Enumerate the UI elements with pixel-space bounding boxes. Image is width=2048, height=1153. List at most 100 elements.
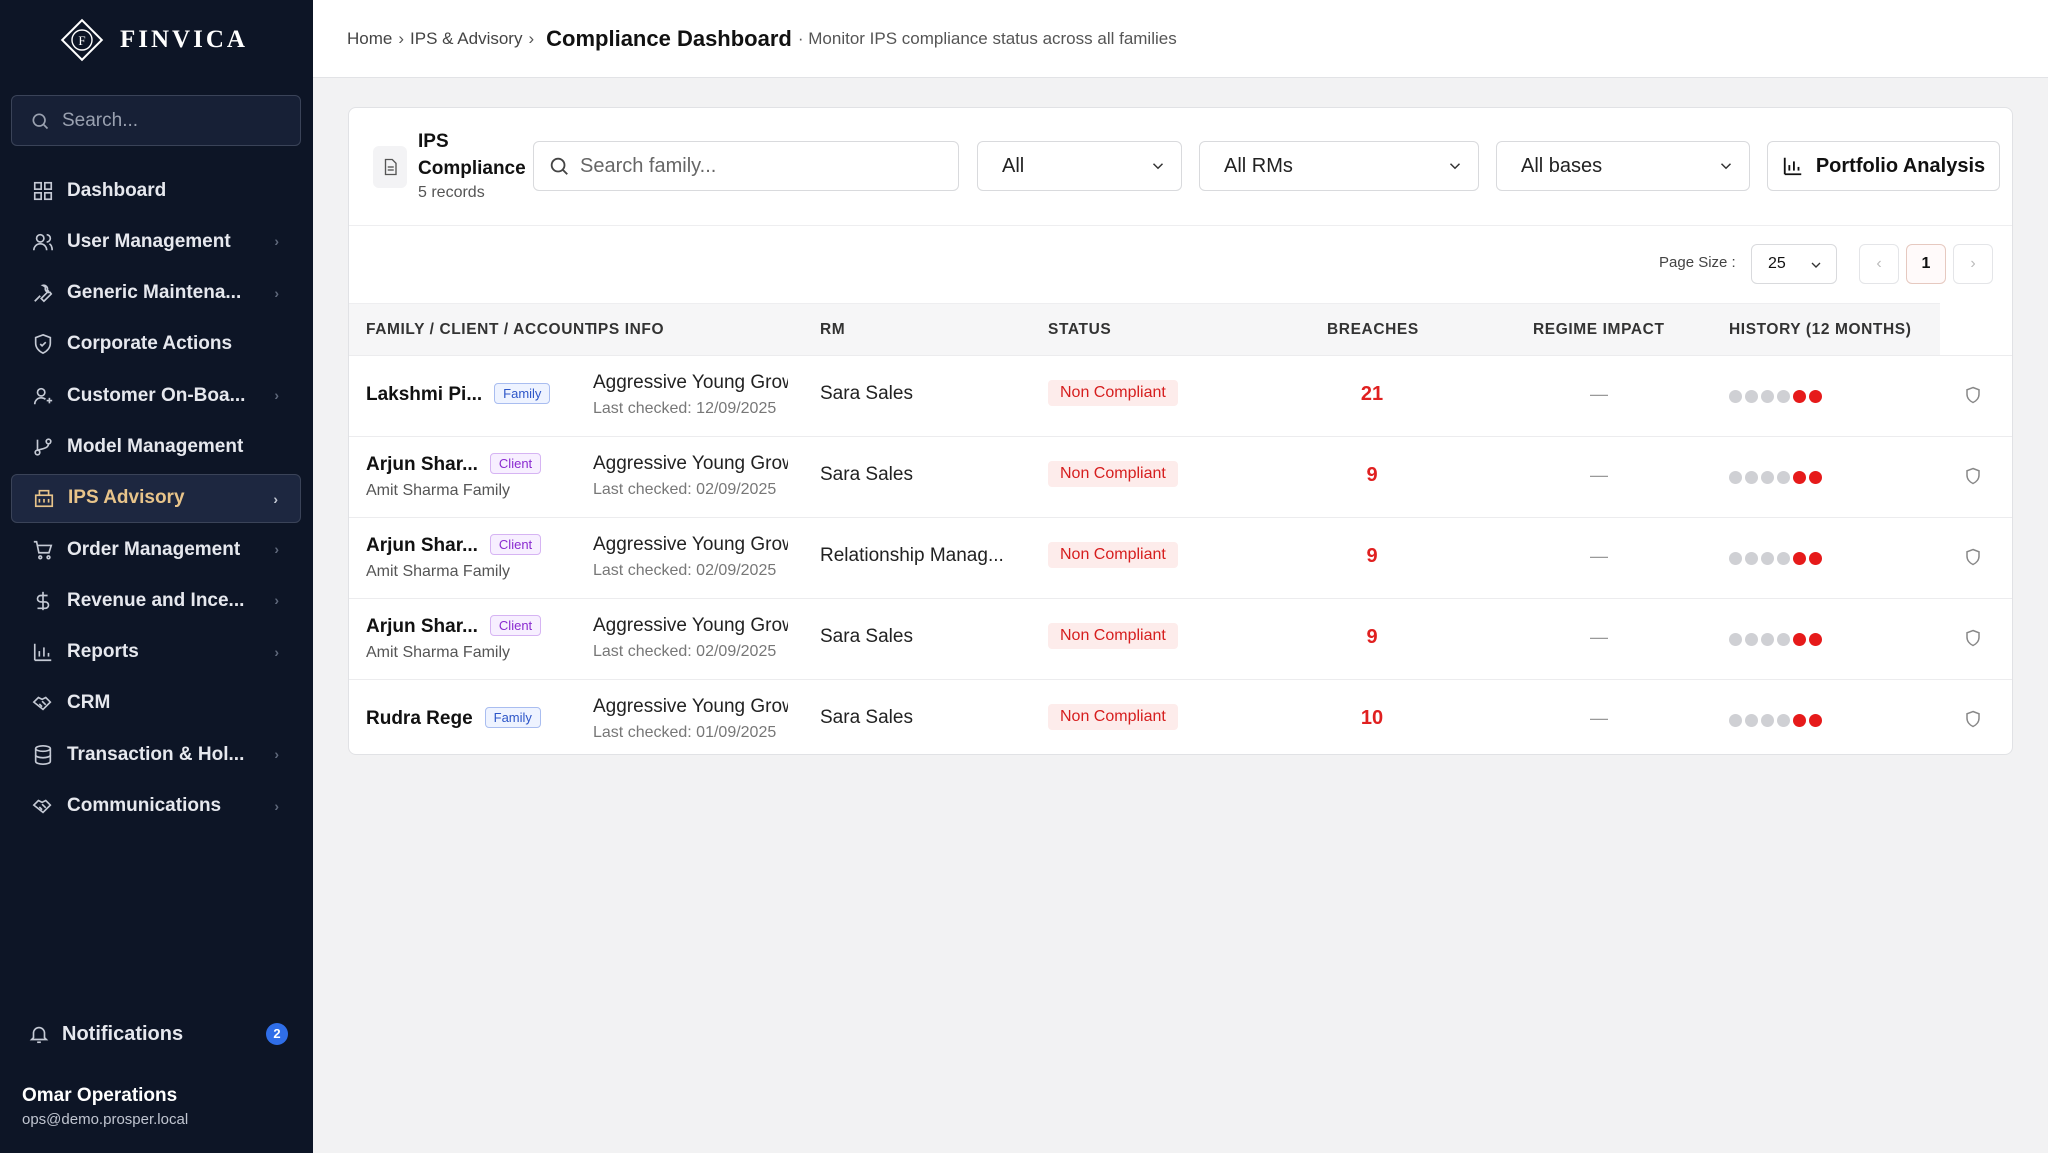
table-row[interactable]: Arjun Shar... Client Amit Sharma Family A… <box>349 598 2012 679</box>
history-dot <box>1777 552 1790 565</box>
compliance-card: IPS Compliance 5 records Search family..… <box>348 107 2013 755</box>
type-tag: Client <box>489 453 542 474</box>
column-header-regime-impact[interactable]: REGIME IMPACT <box>1533 304 1665 356</box>
row-name[interactable]: Arjun Shar... <box>366 454 478 475</box>
shield-icon[interactable] <box>1964 628 1982 653</box>
page-title: Compliance Dashboard <box>546 25 792 51</box>
notifications-button[interactable]: Notifications 2 <box>28 1016 288 1052</box>
history-dot <box>1729 633 1742 646</box>
sidebar-item-customer-onboarding[interactable]: Customer On-Boa... › <box>11 371 301 420</box>
family-search-input[interactable]: Search family... <box>533 141 959 191</box>
family-cell: Arjun Shar... Client Amit Sharma Family <box>366 453 542 500</box>
brand-name: FINVICA <box>120 26 248 53</box>
status-cell: Non Compliant <box>1048 623 1178 649</box>
type-tag: Client <box>489 615 542 636</box>
regime-impact-value: — <box>1590 546 1608 566</box>
sidebar-item-label: Corporate Actions <box>67 333 233 355</box>
ips-name: Aggressive Young Growth <box>593 696 788 717</box>
page-size-select[interactable]: 25 <box>1751 244 1837 284</box>
regime-impact-value: — <box>1590 465 1608 485</box>
history-dot <box>1745 552 1758 565</box>
sidebar-item-label: Reports <box>67 641 139 663</box>
table-row[interactable]: Arjun Shar... Client Amit Sharma Family A… <box>349 436 2012 517</box>
row-name[interactable]: Rudra Rege <box>366 708 473 729</box>
history-dot <box>1761 552 1774 565</box>
column-header-breaches[interactable]: BREACHES <box>1327 304 1419 356</box>
sidebar-item-crm[interactable]: CRM <box>11 679 301 728</box>
row-parent-family: Amit Sharma Family <box>366 563 511 580</box>
prev-page-button[interactable]: ‹ <box>1859 244 1899 284</box>
next-page-button[interactable]: › <box>1953 244 1993 284</box>
user-profile[interactable]: Omar Operations ops@demo.prosper.local <box>22 1085 188 1128</box>
column-header-status[interactable]: STATUS <box>1048 304 1111 356</box>
type-tag: Client <box>489 534 542 555</box>
handshake-icon <box>31 691 55 715</box>
database-icon <box>31 743 55 767</box>
sidebar-item-corporate-actions[interactable]: Corporate Actions <box>11 320 301 369</box>
breaches-count: 9 <box>1366 545 1378 567</box>
status-filter-select[interactable]: All <box>977 141 1182 191</box>
row-name[interactable]: Arjun Shar... <box>366 535 478 556</box>
shield-icon <box>31 332 55 356</box>
sidebar-item-generic-maintenance[interactable]: Generic Maintena... › <box>11 269 301 318</box>
row-name[interactable]: Arjun Shar... <box>366 616 478 637</box>
column-header-ips-info[interactable]: IPS INFO <box>593 304 664 356</box>
history-dot <box>1793 552 1806 565</box>
ips-info-cell: Aggressive Young Growth Last checked: 01… <box>593 696 788 742</box>
git-branch-icon <box>31 435 55 459</box>
sidebar-item-transaction-holdings[interactable]: Transaction & Hol... › <box>11 730 301 779</box>
portfolio-analysis-button[interactable]: Portfolio Analysis <box>1767 141 2000 191</box>
user-name: Omar Operations <box>22 1085 178 1106</box>
status-cell: Non Compliant <box>1048 704 1178 730</box>
chevron-right-icon: › <box>1970 255 1976 272</box>
last-checked: Last checked: 01/09/2025 <box>593 724 777 741</box>
family-cell: Arjun Shar... Client Amit Sharma Family <box>366 534 542 581</box>
status-badge: Non Compliant <box>1048 542 1178 568</box>
sidebar-item-user-management[interactable]: User Management › <box>11 217 301 266</box>
table-row[interactable]: Lakshmi Pi... Family Aggressive Young Gro… <box>349 355 2012 436</box>
regime-impact-value: — <box>1590 627 1608 647</box>
column-header-rm[interactable]: RM <box>820 304 845 356</box>
row-name[interactable]: Lakshmi Pi... <box>366 384 482 405</box>
sidebar-item-order-management[interactable]: Order Management › <box>11 525 301 574</box>
history-dots <box>1729 471 1822 484</box>
table-row[interactable]: Rudra Rege Family Aggressive Young Growth… <box>349 679 2012 760</box>
sidebar-item-revenue[interactable]: Revenue and Ince... › <box>11 576 301 625</box>
sidebar-search-input[interactable]: Search... <box>11 95 301 146</box>
sidebar-item-ips-advisory[interactable]: IPS Advisory › <box>11 473 301 523</box>
grid-icon <box>31 179 55 203</box>
type-tag: Family <box>484 707 541 728</box>
column-header-family[interactable]: FAMILY / CLIENT / ACCOUNT <box>366 304 595 356</box>
breadcrumb-home[interactable]: Home <box>347 29 392 49</box>
table-row[interactable]: Arjun Shar... Client Amit Sharma Family A… <box>349 517 2012 598</box>
breadcrumb-ips-advisory[interactable]: IPS & Advisory <box>410 29 522 49</box>
shield-icon[interactable] <box>1964 385 1982 410</box>
record-count: 5 records <box>418 184 485 201</box>
sidebar-item-reports[interactable]: Reports › <box>11 628 301 677</box>
page-subtitle: · Monitor IPS compliance status across a… <box>797 28 1177 48</box>
chevron-right-icon: › <box>274 746 279 763</box>
history-dot <box>1809 714 1822 727</box>
basis-filter-select[interactable]: All bases <box>1496 141 1750 191</box>
history-dots <box>1729 390 1822 403</box>
card-title: IPS Compliance <box>418 131 526 179</box>
chevron-down-icon <box>1811 262 1821 268</box>
history-dot <box>1745 714 1758 727</box>
column-header-history[interactable]: HISTORY (12 MONTHS) <box>1729 304 1912 356</box>
sidebar-item-model-management[interactable]: Model Management <box>11 422 301 471</box>
brand-logo[interactable]: F FINVICA <box>58 14 248 66</box>
shield-icon[interactable] <box>1964 709 1982 734</box>
sidebar-item-label: CRM <box>67 692 111 714</box>
shield-icon[interactable] <box>1964 547 1982 572</box>
rm-filter-select[interactable]: All RMs <box>1199 141 1479 191</box>
history-dots <box>1729 552 1822 565</box>
card-header: IPS Compliance 5 records Search family..… <box>349 108 2012 226</box>
history-dot <box>1793 714 1806 727</box>
sidebar-item-communications[interactable]: Communications › <box>11 782 301 831</box>
history-dot <box>1777 471 1790 484</box>
sidebar-item-dashboard[interactable]: Dashboard <box>11 166 301 215</box>
shield-icon[interactable] <box>1964 466 1982 491</box>
logo-mark-icon: F <box>58 16 106 64</box>
type-tag: Family <box>494 383 551 404</box>
page-number-button[interactable]: 1 <box>1906 244 1946 284</box>
